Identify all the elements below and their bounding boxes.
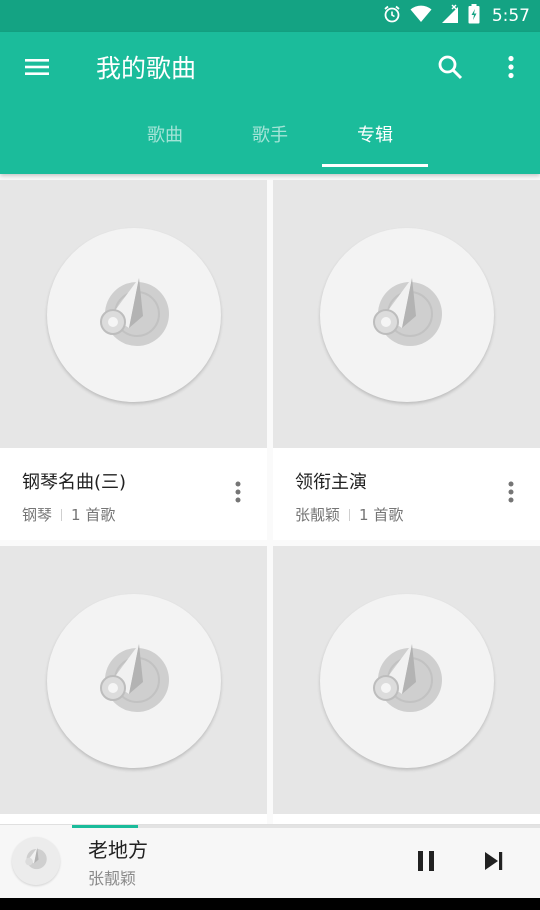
app-bar: 我的歌曲 歌曲 歌手 专辑 <box>0 32 540 174</box>
now-playing-artist: 张靓颖 <box>88 869 137 888</box>
now-playing-title: 老地方 <box>88 838 148 862</box>
album-more-button[interactable] <box>497 480 525 508</box>
album-placeholder-icon <box>47 594 221 768</box>
album-card[interactable]: 钢琴名曲(三) 钢琴 1 首歌 <box>0 180 267 540</box>
album-title: 领衔主演 <box>295 472 367 493</box>
meta-divider <box>349 508 351 521</box>
more-vert-icon <box>507 55 515 83</box>
album-art <box>0 180 267 448</box>
wifi-icon <box>410 5 432 27</box>
status-time: 5:57 <box>491 6 530 26</box>
album-song-count: 1 首歌 <box>71 506 116 524</box>
alarm-icon <box>382 4 402 28</box>
album-art <box>273 546 540 814</box>
page-title: 我的歌曲 <box>96 54 197 83</box>
album-placeholder-icon <box>320 228 494 402</box>
album-title: 钢琴名曲(三) <box>22 472 127 493</box>
album-artist: 钢琴 <box>22 506 53 524</box>
more-vert-icon <box>508 481 514 507</box>
album-artist: 张靓颖 <box>295 506 341 524</box>
tab-albums[interactable]: 专辑 <box>322 112 428 168</box>
album-placeholder-icon <box>320 594 494 768</box>
next-button[interactable] <box>474 843 514 883</box>
tab-artists[interactable]: 歌手 <box>217 112 323 168</box>
album-song-count: 1 首歌 <box>359 506 404 524</box>
album-placeholder-icon <box>24 847 48 875</box>
tab-indicator <box>322 164 428 167</box>
album-meta: 钢琴 1 首歌 <box>22 504 115 525</box>
more-options-button[interactable] <box>491 49 531 89</box>
now-playing-art[interactable] <box>12 837 60 885</box>
menu-icon <box>24 57 50 81</box>
album-placeholder-icon <box>47 228 221 402</box>
album-info: 钢琴名曲(三) 钢琴 1 首歌 <box>0 448 267 540</box>
pause-button[interactable] <box>406 843 446 883</box>
more-vert-icon <box>235 481 241 507</box>
tab-songs[interactable]: 歌曲 <box>112 112 218 168</box>
album-art <box>0 546 267 814</box>
album-card[interactable] <box>0 546 267 824</box>
album-info: 领衔主演 张靓颖 1 首歌 <box>273 448 540 540</box>
battery-icon <box>468 4 480 28</box>
search-icon <box>437 54 463 84</box>
system-nav-bar <box>0 898 540 910</box>
album-meta: 张靓颖 1 首歌 <box>295 504 403 525</box>
meta-divider <box>61 508 63 521</box>
album-grid[interactable]: 钢琴名曲(三) 钢琴 1 首歌 领衔主演 张靓颖 1 首歌 <box>0 174 540 824</box>
album-card[interactable] <box>273 546 540 824</box>
mini-player[interactable]: 老地方 张靓颖 <box>0 824 540 898</box>
skip-next-icon <box>483 850 505 876</box>
album-art <box>273 180 540 448</box>
progress-bar <box>72 825 138 828</box>
progress-track <box>72 825 540 828</box>
pause-icon <box>416 850 436 876</box>
menu-button[interactable] <box>17 49 57 89</box>
signal-icon <box>440 4 460 28</box>
search-button[interactable] <box>430 49 470 89</box>
status-icons: 5:57 <box>382 0 530 32</box>
album-more-button[interactable] <box>224 480 252 508</box>
status-bar: 5:57 <box>0 0 540 32</box>
album-card[interactable]: 领衔主演 张靓颖 1 首歌 <box>273 180 540 540</box>
